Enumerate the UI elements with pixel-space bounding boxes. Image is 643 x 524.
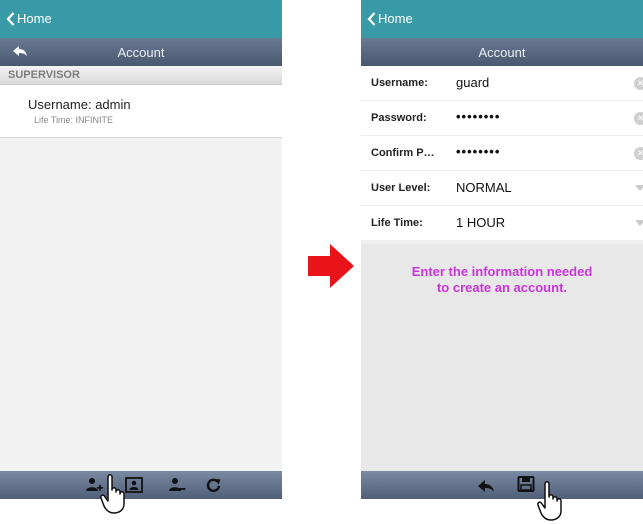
home-back-button[interactable]: Home bbox=[367, 11, 413, 26]
account-list: Username: admin Life Time: INFINITE bbox=[0, 85, 282, 471]
top-nav-bar: Home bbox=[0, 0, 282, 38]
instructions-line-2: to create an account. bbox=[436, 280, 568, 295]
clear-password-icon[interactable]: ✕ bbox=[634, 112, 643, 125]
clear-confirm-password-icon[interactable]: ✕ bbox=[634, 147, 643, 160]
red-arrow-icon bbox=[308, 244, 354, 288]
confirm-password-row: Confirm P… •••••••• ✕ bbox=[361, 136, 643, 171]
chevron-down-icon[interactable] bbox=[635, 220, 643, 226]
user-profile-icon[interactable] bbox=[125, 477, 143, 493]
instructions-line-1: Enter the information needed bbox=[411, 264, 593, 279]
life-time-value: 1 HOUR bbox=[456, 215, 506, 230]
title-bar: Account bbox=[361, 38, 643, 66]
user-level-value: NORMAL bbox=[456, 180, 512, 195]
top-nav-bar: Home bbox=[361, 0, 643, 38]
username-value: guard bbox=[456, 75, 490, 90]
left-screen: Home Account SUPERVISOR Username: admin … bbox=[0, 0, 282, 499]
user-level-label: User Level: bbox=[371, 182, 431, 194]
page-title: Account bbox=[117, 45, 165, 60]
account-form: Username: guard ✕ Password: •••••••• ✕ C… bbox=[361, 66, 643, 240]
add-user-icon[interactable] bbox=[85, 477, 103, 493]
life-time-row: Life Time: 1 HOUR bbox=[361, 206, 643, 240]
home-label: Home bbox=[17, 11, 52, 26]
home-label: Home bbox=[378, 11, 413, 26]
back-arrow-icon[interactable] bbox=[477, 478, 495, 494]
password-row: Password: •••••••• ✕ bbox=[361, 101, 643, 136]
chevron-left-icon bbox=[6, 11, 15, 26]
chevron-left-icon bbox=[367, 11, 376, 26]
chevron-down-icon[interactable] bbox=[635, 185, 643, 191]
page-title: Account bbox=[478, 45, 526, 60]
bottom-toolbar bbox=[0, 471, 282, 499]
confirm-password-value: •••••••• bbox=[456, 144, 501, 159]
section-label: SUPERVISOR bbox=[8, 69, 80, 81]
account-lifetime: Life Time: INFINITE bbox=[34, 115, 114, 125]
clear-username-icon[interactable]: ✕ bbox=[634, 77, 643, 90]
refresh-icon[interactable] bbox=[205, 477, 223, 493]
username-label: Username: bbox=[371, 77, 428, 89]
delete-user-icon[interactable] bbox=[168, 477, 186, 493]
section-header-supervisor: SUPERVISOR bbox=[0, 66, 282, 85]
right-screen: Home Account Username: guard ✕ Password:… bbox=[361, 0, 643, 499]
password-label: Password: bbox=[371, 112, 427, 124]
confirm-password-label: Confirm P… bbox=[371, 147, 435, 159]
title-bar: Account bbox=[0, 38, 282, 66]
life-time-label: Life Time: bbox=[371, 217, 423, 229]
username-row: Username: guard ✕ bbox=[361, 66, 643, 101]
user-level-row: User Level: NORMAL bbox=[361, 171, 643, 206]
save-icon[interactable] bbox=[517, 476, 535, 492]
list-item-account[interactable]: Username: admin Life Time: INFINITE bbox=[0, 85, 282, 138]
password-value: •••••••• bbox=[456, 109, 501, 124]
account-username: Username: admin bbox=[28, 97, 131, 112]
home-back-button[interactable]: Home bbox=[6, 11, 52, 26]
bottom-toolbar bbox=[361, 471, 643, 499]
